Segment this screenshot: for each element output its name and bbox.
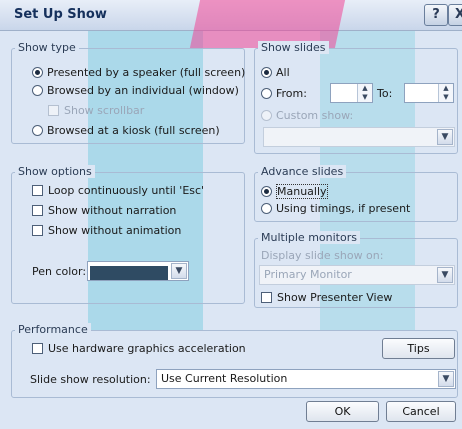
chevron-down-icon: ▼ — [437, 267, 453, 283]
browsed-by-individual-radio[interactable]: Browsed by an individual (window) — [32, 84, 239, 97]
close-button[interactable]: X — [448, 4, 462, 26]
dialog-title: Set Up Show — [14, 7, 107, 22]
checkbox-icon — [48, 105, 59, 116]
chevron-down-icon: ▼ — [437, 129, 453, 145]
resolution-label: Slide show resolution: — [30, 373, 151, 386]
to-label: To: — [377, 87, 393, 100]
browsed-at-kiosk-radio[interactable]: Browsed at a kiosk (full screen) — [32, 124, 220, 137]
show-type-legend: Show type — [15, 41, 79, 54]
radio-icon — [261, 203, 272, 214]
loop-continuously-checkbox[interactable]: Loop continuously until 'Esc' — [32, 184, 204, 197]
spin-arrows-icon[interactable]: ▲ ▼ — [357, 84, 372, 102]
radio-icon — [32, 125, 43, 136]
performance-legend: Performance — [15, 323, 91, 336]
show-options-legend: Show options — [15, 165, 95, 178]
from-slide-input[interactable]: ▲ ▼ — [330, 83, 373, 103]
advance-slides-legend: Advance slides — [258, 165, 347, 178]
multiple-monitors-legend: Multiple monitors — [258, 231, 360, 244]
chevron-down-icon[interactable]: ▼ — [438, 371, 454, 387]
display-slide-show-on-label: Display slide show on: — [261, 249, 384, 262]
radio-selected-icon — [261, 67, 272, 78]
manually-radio[interactable]: Manually — [261, 184, 328, 199]
set-up-show-dialog: Set Up Show ? X Show type Presented by a… — [0, 0, 462, 429]
cancel-button[interactable]: Cancel — [386, 401, 456, 422]
show-scrollbar-checkbox: Show scrollbar — [48, 104, 144, 117]
radio-selected-icon — [32, 67, 43, 78]
help-button[interactable]: ? — [424, 4, 448, 26]
radio-icon — [261, 110, 272, 121]
show-without-animation-checkbox[interactable]: Show without animation — [32, 224, 181, 237]
from-slide-radio[interactable]: From: — [261, 87, 307, 100]
hardware-acceleration-checkbox[interactable]: Use hardware graphics acceleration — [32, 342, 246, 355]
radio-icon — [261, 88, 272, 99]
checkbox-icon — [32, 225, 43, 236]
resolution-select[interactable]: Use Current Resolution ▼ — [156, 369, 456, 389]
show-slides-legend: Show slides — [258, 41, 329, 54]
all-slides-radio[interactable]: All — [261, 66, 290, 79]
show-presenter-view-checkbox[interactable]: Show Presenter View — [261, 291, 392, 304]
checkbox-icon — [32, 205, 43, 216]
checkbox-icon — [32, 185, 43, 196]
presented-by-speaker-radio[interactable]: Presented by a speaker (full screen) — [32, 66, 245, 79]
ok-button[interactable]: OK — [306, 401, 379, 422]
close-icon: X — [454, 7, 462, 22]
pen-color-label: Pen color: — [32, 265, 87, 278]
pen-color-picker[interactable]: ▼ — [87, 261, 189, 281]
tips-button[interactable]: Tips — [382, 338, 455, 359]
spin-arrows-icon[interactable]: ▲ ▼ — [438, 84, 453, 102]
radio-selected-icon — [261, 186, 272, 197]
to-slide-input[interactable]: ▲ ▼ — [404, 83, 454, 103]
checkbox-icon — [32, 343, 43, 354]
chevron-down-icon[interactable]: ▼ — [171, 263, 187, 279]
pen-color-swatch — [90, 266, 168, 280]
radio-icon — [32, 85, 43, 96]
checkbox-icon — [261, 292, 272, 303]
monitor-select: Primary Monitor ▼ — [259, 265, 455, 285]
custom-show-select: ▼ — [263, 127, 455, 147]
show-without-narration-checkbox[interactable]: Show without narration — [32, 204, 176, 217]
custom-show-radio: Custom show: — [261, 109, 353, 122]
using-timings-radio[interactable]: Using timings, if present — [261, 202, 410, 215]
help-icon: ? — [432, 7, 440, 22]
